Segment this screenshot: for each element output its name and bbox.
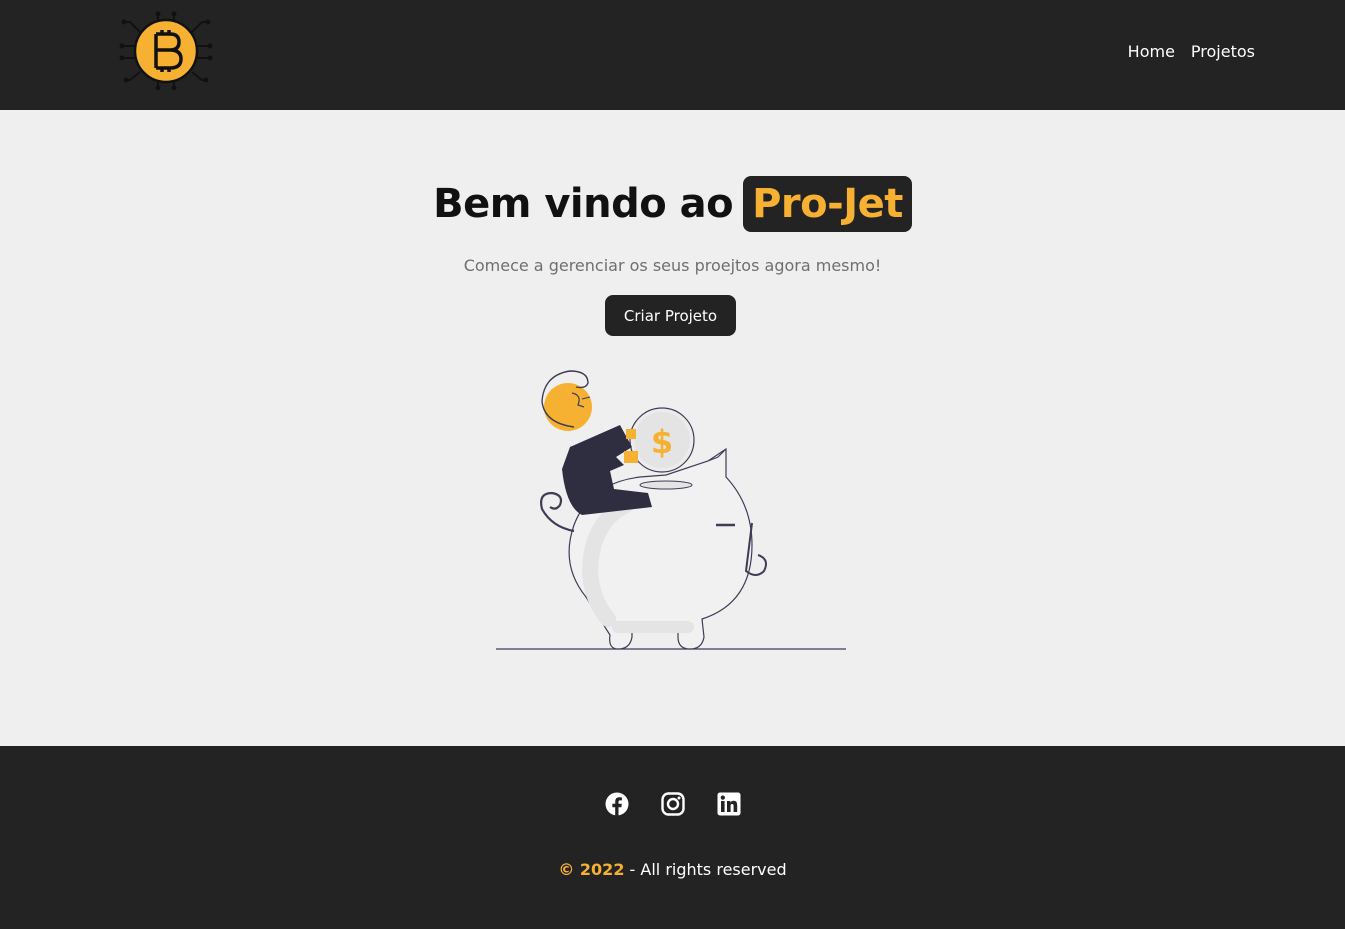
nav-home-link[interactable]: Home <box>1128 42 1175 61</box>
footer: © 2022 - All rights reserved <box>0 746 1345 929</box>
social-links <box>0 792 1345 816</box>
copyright-text: - All rights reserved <box>624 860 787 879</box>
hero-subtitle: Comece a gerenciar os seus proejtos agor… <box>463 256 882 275</box>
facebook-icon[interactable] <box>605 792 629 816</box>
nav-links: Home Projetos <box>1128 42 1255 61</box>
hero-title-highlight: Pro-Jet <box>743 176 912 232</box>
criar-projeto-button[interactable]: Criar Projeto <box>605 295 736 336</box>
piggy-bank-illustration: $ <box>490 365 850 655</box>
instagram-icon[interactable] <box>660 792 685 816</box>
navbar: Home Projetos <box>0 0 1345 110</box>
copyright-year: © 2022 <box>558 860 625 879</box>
coin-dollar-symbol: $ <box>651 423 673 461</box>
copyright: © 2022 - All rights reserved <box>0 860 1345 879</box>
hero-title: Bem vindo ao Pro-Jet <box>0 176 1345 232</box>
linkedin-icon[interactable] <box>717 792 741 816</box>
nav-projetos-link[interactable]: Projetos <box>1191 42 1255 61</box>
hero-section: Bem vindo ao Pro-Jet Comece a gerenciar … <box>0 110 1345 746</box>
hero-title-prefix: Bem vindo ao <box>433 181 734 227</box>
bitcoin-logo-icon[interactable] <box>118 10 214 91</box>
